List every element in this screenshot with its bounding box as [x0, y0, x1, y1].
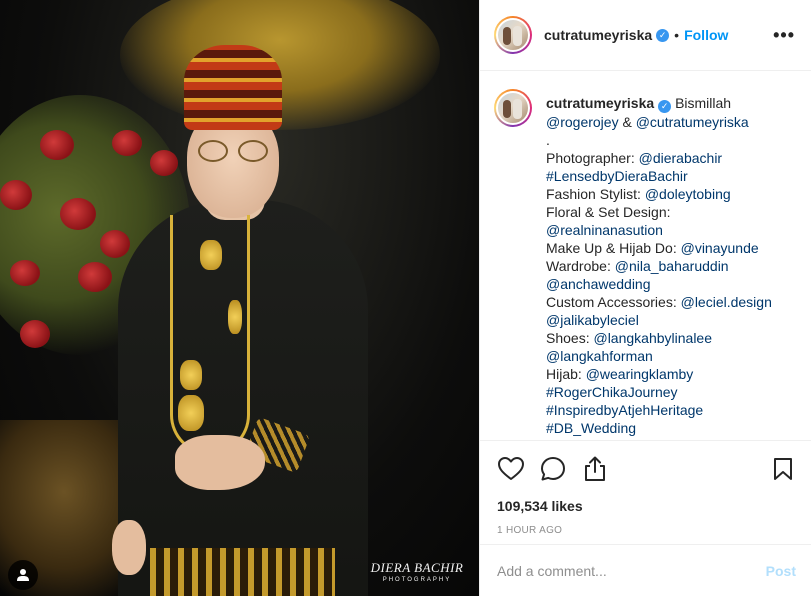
caption-text-segment: &	[618, 113, 636, 130]
photo-rose	[112, 130, 142, 156]
caption-line: @jalikabyleciel	[546, 311, 797, 329]
follow-button[interactable]: Follow	[684, 27, 728, 43]
caption-avatar[interactable]	[494, 89, 532, 127]
caption-line: cutratumeyriska ✓ Bismillah	[546, 94, 797, 113]
photo-gold-pendant	[178, 395, 204, 431]
caption-mention-link[interactable]: @wearingklamby	[586, 366, 694, 382]
bookmark-icon	[774, 458, 792, 480]
caption-mention-link[interactable]: @langkahforman	[546, 348, 653, 364]
caption-line: #DB_Wedding	[546, 419, 797, 437]
watermark-sub: PHOTOGRAPHY	[382, 577, 452, 583]
photo-rose	[40, 130, 74, 160]
photo-gold-pendant	[180, 360, 202, 390]
caption-mention-link[interactable]: @jalikabyleciel	[546, 312, 639, 328]
header-avatar[interactable]	[494, 16, 532, 54]
photo-songket-sarong	[150, 548, 335, 596]
comment-icon	[541, 457, 565, 481]
caption-line: Make Up & Hijab Do: @vinayunde	[546, 239, 797, 257]
comment-input[interactable]	[497, 562, 766, 579]
caption-line: #InspiredbyAtjehHeritage	[546, 401, 797, 419]
photo-rose	[78, 262, 112, 292]
caption-line: .	[546, 131, 797, 149]
photo-subject-hat	[184, 45, 282, 130]
verified-badge-icon: ✓	[656, 28, 670, 42]
caption-line: #RogerChikaJourney	[546, 383, 797, 401]
header-separator: •	[674, 27, 680, 43]
caption-text-segment: Shoes:	[546, 329, 594, 346]
caption-line: Custom Accessories: @leciel.design	[546, 293, 797, 311]
caption-hashtag-link[interactable]: #DB_Wedding	[546, 420, 636, 436]
like-button[interactable]	[497, 455, 525, 483]
caption-text-segment: Fashion Stylist:	[546, 185, 645, 202]
comment-button[interactable]	[539, 455, 567, 483]
caption-line: Hijab: @wearingklamby	[546, 365, 797, 383]
caption-text-segment: Photographer:	[546, 149, 639, 166]
post-header: cutratumeyriska ✓ • Follow •••	[480, 0, 811, 71]
caption-line: @realninanasution	[546, 221, 797, 239]
caption-line: Fashion Stylist: @doleytobing	[546, 185, 797, 203]
header-username[interactable]: cutratumeyriska	[544, 27, 652, 43]
caption-text-segment: Hijab:	[546, 365, 586, 382]
caption-text: cutratumeyriska ✓ Bismillah @rogerojey & …	[546, 89, 797, 440]
caption-line: Wardrobe: @nila_baharuddin	[546, 257, 797, 275]
caption-area: cutratumeyriska ✓ Bismillah @rogerojey & …	[480, 71, 811, 441]
user-tag-button[interactable]	[8, 560, 38, 590]
caption-hashtag-link[interactable]: #InspiredbyAtjehHeritage	[546, 402, 703, 418]
caption-mention-link[interactable]: @anchawedding	[546, 276, 651, 292]
action-bar	[480, 441, 811, 497]
photo-rose	[60, 198, 96, 230]
caption-hashtag-link[interactable]: #LensedbyDieraBachir	[546, 168, 688, 184]
photo-subject-left-hand	[112, 520, 146, 575]
caption-line: Shoes: @langkahbylinalee	[546, 329, 797, 347]
post-side-panel: cutratumeyriska ✓ • Follow ••• cutratume…	[479, 0, 811, 596]
caption-line: @anchawedding	[546, 275, 797, 293]
caption-line: @langkahforman	[546, 347, 797, 365]
comment-section: Post	[480, 544, 811, 596]
caption-text-segment: Floral & Set Design:	[546, 203, 671, 220]
caption-mention-link[interactable]: @cutratumeyriska	[636, 114, 749, 130]
photo-rose	[10, 260, 40, 286]
caption-mention-link[interactable]: @doleytobing	[645, 186, 731, 202]
photo-rose	[20, 320, 50, 348]
verified-badge-icon: ✓	[658, 99, 672, 113]
caption-text-segment: Custom Accessories:	[546, 293, 681, 310]
caption-mention-link[interactable]: @vinayunde	[681, 240, 759, 256]
heart-icon	[498, 457, 524, 480]
post-photo[interactable]: DIERA BACHIR PHOTOGRAPHY	[0, 0, 479, 596]
photographer-watermark: DIERA BACHIR PHOTOGRAPHY	[368, 560, 466, 583]
caption-mention-link[interactable]: @realninanasution	[546, 222, 663, 238]
caption-mention-link[interactable]: @rogerojey	[546, 114, 619, 130]
caption-text-segment: Make Up & Hijab Do:	[546, 239, 681, 256]
caption-line: Photographer: @dierabachir	[546, 149, 797, 167]
photo-gold-brooch	[228, 300, 242, 334]
caption-text-segment: .	[546, 131, 550, 148]
share-icon	[585, 456, 605, 481]
photo-rose	[150, 150, 178, 176]
caption-line: #LensedbyDieraBachir	[546, 167, 797, 185]
caption-mention-link[interactable]: @dierabachir	[639, 150, 722, 166]
caption-mention-link[interactable]: @nila_baharuddin	[615, 258, 729, 274]
photo-rose	[0, 180, 32, 210]
share-button[interactable]	[581, 455, 609, 483]
caption-mention-link[interactable]: @leciel.design	[681, 294, 772, 310]
caption-text-segment: Wardrobe:	[546, 257, 615, 274]
caption-first-text: Bismillah	[675, 95, 732, 111]
caption-line: Floral & Set Design:	[546, 203, 797, 221]
save-button[interactable]	[769, 455, 797, 483]
photo-rose	[100, 230, 130, 258]
more-options-icon[interactable]: •••	[773, 26, 795, 44]
photo-subject-hands	[175, 435, 265, 490]
caption-hashtag-link[interactable]: #RogerChikaJourney	[546, 384, 678, 400]
post-comment-button[interactable]: Post	[766, 563, 796, 579]
photo-subject-glasses	[196, 140, 272, 164]
avatar-image	[496, 18, 530, 52]
user-tag-icon	[17, 569, 29, 581]
likes-count[interactable]: 109,534 likes	[480, 497, 811, 521]
photo-gold-pendant	[200, 240, 222, 270]
avatar-image	[496, 91, 530, 125]
caption-username[interactable]: cutratumeyriska	[546, 95, 654, 111]
caption-mention-link[interactable]: @langkahbylinalee	[593, 330, 712, 346]
watermark-main: DIERA BACHIR	[370, 560, 464, 575]
caption-line: @rogerojey & @cutratumeyriska	[546, 113, 797, 131]
